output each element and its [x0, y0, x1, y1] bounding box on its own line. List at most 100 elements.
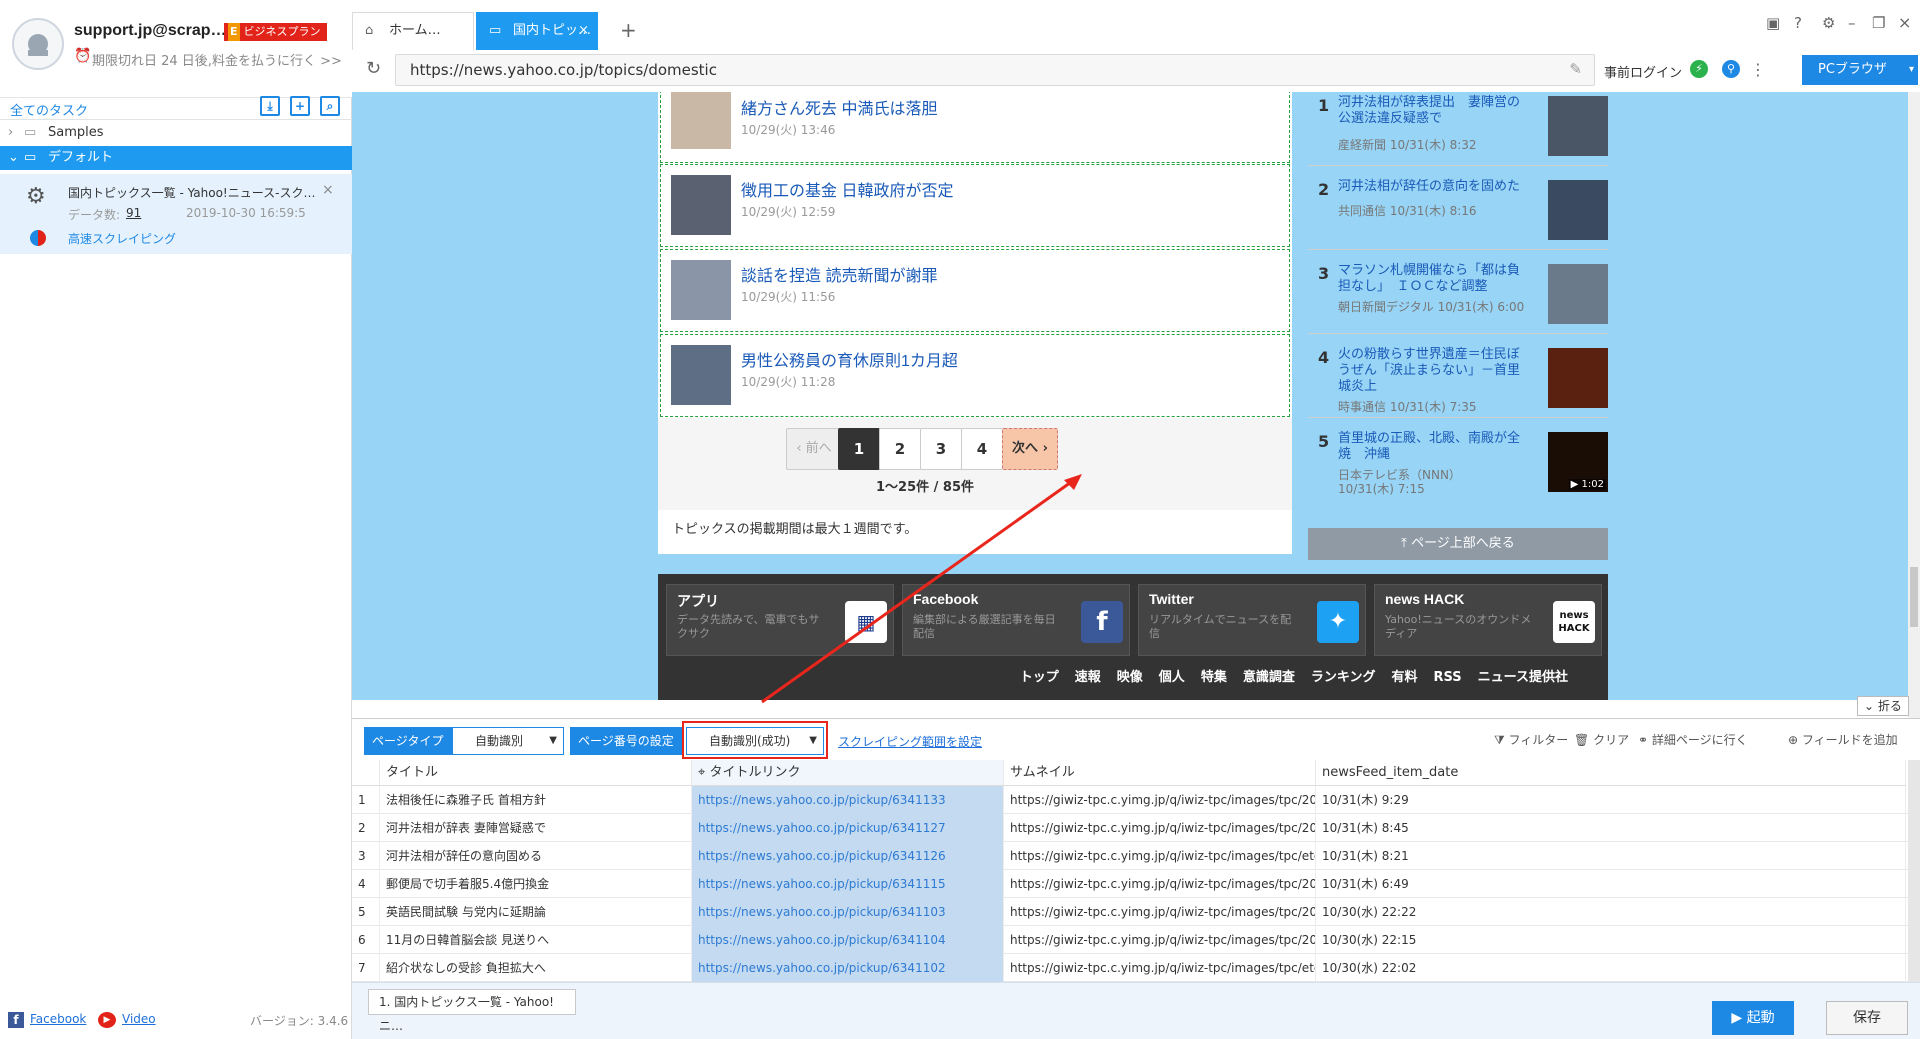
cell-title-link[interactable]: https://news.yahoo.co.jp/pickup/6341104: [692, 926, 1004, 954]
cell-thumbnail[interactable]: https://giwiz-tpc.c.yimg.jp/q/iwiz-tpc/i…: [1004, 870, 1316, 898]
footer-link[interactable]: ニュース提供社: [1478, 670, 1568, 685]
new-tab-icon[interactable]: +: [620, 18, 637, 42]
ranking-item[interactable]: 5 首里城の正殿、北殿、南殿が全焼 沖縄 日本テレビ系（NNN） 10/31(木…: [1308, 420, 1608, 502]
footer-card-twitter[interactable]: Twitter リアルタイムでニュースを配信 ✦: [1138, 584, 1366, 656]
column-header-title-link[interactable]: ⌖ タイトルリンク: [692, 760, 1004, 786]
cell-date[interactable]: 10/31(木) 6:49: [1316, 870, 1906, 898]
cell-date[interactable]: 10/31(木) 8:45: [1316, 814, 1906, 842]
close-icon[interactable]: ×: [322, 182, 334, 198]
news-item[interactable]: 談話を捏造 読売新聞が謝罪 10/29(火) 11:56: [660, 249, 1290, 332]
more-icon[interactable]: ⋮: [1750, 60, 1766, 79]
folder-default[interactable]: ⌄ ▭ デフォルト: [0, 146, 352, 170]
import-task-icon[interactable]: ⤓: [260, 96, 280, 116]
news-item[interactable]: 徴用工の基金 日韓政府が否定 10/29(火) 12:59: [660, 164, 1290, 247]
close-window-icon[interactable]: ×: [1898, 13, 1911, 32]
save-button[interactable]: 保存: [1826, 1001, 1908, 1035]
rank-title[interactable]: 火の粉散らす世界遺産＝住民ぼうぜん「涙止まらない」－首里城炎上: [1338, 346, 1528, 394]
next-page-button[interactable]: 次へ ›: [1002, 428, 1058, 470]
tab-domestic-topics[interactable]: ▭ 国内トピッ… ×: [476, 12, 598, 50]
all-tasks-title[interactable]: 全てのタスク: [10, 100, 88, 119]
pc-browser-button[interactable]: PCブラウザ ▾: [1802, 55, 1918, 85]
cell-date[interactable]: 10/30(水) 22:15: [1316, 926, 1906, 954]
video-icon[interactable]: ▶: [98, 1012, 116, 1028]
footer-card-facebook[interactable]: Facebook 編集部による厳選記事を毎日配信 f: [902, 584, 1130, 656]
folder-samples[interactable]: › ▭ Samples: [0, 121, 352, 145]
cell-title-link[interactable]: https://news.yahoo.co.jp/pickup/6341115: [692, 870, 1004, 898]
expire-link[interactable]: 期限切れ日 24 日後,料金を払うに行く >>: [92, 50, 342, 69]
prelogin-button[interactable]: 事前ログイン: [1604, 62, 1682, 81]
table-row[interactable]: 6 11月の日韓首脳会談 見送りへ https://news.yahoo.co.jp…: [352, 926, 1920, 954]
minimize-icon[interactable]: –: [1848, 14, 1856, 32]
data-count[interactable]: 91: [126, 206, 141, 220]
page-number-select[interactable]: 自動識別(成功) ▼: [686, 727, 824, 755]
video-link[interactable]: Video: [122, 1012, 156, 1026]
page-type-select[interactable]: 自動識別 ▼: [452, 727, 564, 755]
footer-link[interactable]: 意識調査: [1243, 670, 1295, 685]
scrape-mode[interactable]: 高速スクレイピング: [68, 230, 176, 247]
task-item[interactable]: ⚙ 国内トピックス一覧 - Yahoo!ニュース-スク… × データ数: 91 …: [0, 174, 352, 254]
new-task-icon[interactable]: +: [290, 96, 310, 116]
detail-page-button[interactable]: ⚭ 詳細ページに行く: [1638, 731, 1748, 748]
cell-title[interactable]: 河井法相が辞任の意向固める: [380, 842, 692, 870]
ranking-item[interactable]: 2 河井法相が辞任の意向を固めた 共同通信 10/31(木) 8:16: [1308, 168, 1608, 250]
page-4-button[interactable]: 4: [961, 428, 1003, 470]
table-row[interactable]: 4 郵便局で切手着服5.4億円換金 https://news.yahoo.co.jp…: [352, 870, 1920, 898]
cell-thumbnail[interactable]: https://giwiz-tpc.c.yimg.jp/q/iwiz-tpc/i…: [1004, 898, 1316, 926]
cell-title[interactable]: 法相後任に森雅子氏 首相方針: [380, 786, 692, 814]
footer-link[interactable]: 個人: [1159, 670, 1185, 685]
cell-title[interactable]: 郵便局で切手着服5.4億円換金: [380, 870, 692, 898]
rank-title[interactable]: 首里城の正殿、北殿、南殿が全焼 沖縄: [1338, 430, 1528, 462]
ranking-item[interactable]: 4 火の粉散らす世界遺産＝住民ぼうぜん「涙止まらない」－首里城炎上 時事通信 1…: [1308, 336, 1608, 418]
table-row[interactable]: 5 英語民間試験 与党内に延期論 https://news.yahoo.co.jp/…: [352, 898, 1920, 926]
cell-title-link[interactable]: https://news.yahoo.co.jp/pickup/6341127: [692, 814, 1004, 842]
scrape-scope-link[interactable]: スクレイピング範囲を設定: [838, 733, 982, 750]
cell-title[interactable]: 11月の日韓首脳会談 見送りへ: [380, 926, 692, 954]
cell-date[interactable]: 10/30(水) 22:22: [1316, 898, 1906, 926]
footer-link[interactable]: RSS: [1433, 670, 1461, 685]
close-tab-icon[interactable]: ×: [578, 13, 589, 49]
page-tab[interactable]: 1. 国内トピックス一覧 - Yahoo!ニ…: [368, 989, 576, 1033]
cell-title[interactable]: 紹介状なしの受診 負担拡大へ: [380, 954, 692, 982]
news-title[interactable]: 徴用工の基金 日韓政府が否定: [741, 177, 953, 201]
search-task-icon[interactable]: ⌕: [320, 96, 340, 116]
facebook-link[interactable]: Facebook: [30, 1012, 86, 1026]
footer-link[interactable]: 速報: [1075, 670, 1101, 685]
cell-title[interactable]: 英語民間試験 与党内に延期論: [380, 898, 692, 926]
cell-thumbnail[interactable]: https://giwiz-tpc.c.yimg.jp/q/iwiz-tpc/i…: [1004, 954, 1316, 982]
account-email[interactable]: support.jp@scrap…: [74, 22, 227, 40]
gift-icon[interactable]: ▣: [1766, 14, 1780, 32]
column-header-date[interactable]: newsFeed_item_date: [1316, 760, 1906, 786]
cell-title-link[interactable]: https://news.yahoo.co.jp/pickup/6341133: [692, 786, 1004, 814]
url-bar[interactable]: https://news.yahoo.co.jp/topics/domestic…: [395, 54, 1595, 86]
cell-title-link[interactable]: https://news.yahoo.co.jp/pickup/6341102: [692, 954, 1004, 982]
footer-card-app[interactable]: アプリ データ先読みで、電車でもサクサク ▦: [666, 584, 894, 656]
browser-scrollbar[interactable]: [1908, 92, 1920, 718]
page-2-button[interactable]: 2: [879, 428, 921, 470]
table-row[interactable]: 1 法相後任に森雅子氏 首相方針 https://news.yahoo.co.jp/…: [352, 786, 1920, 814]
edit-icon[interactable]: ✎: [1569, 60, 1582, 78]
cell-thumbnail[interactable]: https://giwiz-tpc.c.yimg.jp/q/iwiz-tpc/i…: [1004, 786, 1316, 814]
cell-date[interactable]: 10/30(水) 22:02: [1316, 954, 1906, 982]
table-row[interactable]: 7 紹介状なしの受診 負担拡大へ https://news.yahoo.co.jp/…: [352, 954, 1920, 982]
ranking-item[interactable]: 1 河井法相が辞表提出 妻陣営の公選法違反疑惑で 産経新聞 10/31(木) 8…: [1308, 92, 1608, 166]
clear-button[interactable]: 🗑 クリア: [1574, 731, 1629, 748]
settings-icon[interactable]: ⚙: [1822, 14, 1835, 32]
cell-date[interactable]: 10/31(木) 9:29: [1316, 786, 1906, 814]
avatar[interactable]: [12, 18, 64, 70]
table-row[interactable]: 2 河井法相が辞表 妻陣営疑惑で https://news.yahoo.co.jp/…: [352, 814, 1920, 842]
cell-title-link[interactable]: https://news.yahoo.co.jp/pickup/6341103: [692, 898, 1004, 926]
rank-title[interactable]: 河井法相が辞任の意向を固めた: [1338, 178, 1528, 194]
cell-thumbnail[interactable]: https://giwiz-tpc.c.yimg.jp/q/iwiz-tpc/i…: [1004, 926, 1316, 954]
cell-thumbnail[interactable]: https://giwiz-tpc.c.yimg.jp/q/iwiz-tpc/i…: [1004, 842, 1316, 870]
facebook-icon[interactable]: f: [8, 1012, 24, 1028]
rank-title[interactable]: 河井法相が辞表提出 妻陣営の公選法違反疑惑で: [1338, 94, 1528, 126]
footer-link[interactable]: トップ: [1020, 670, 1059, 685]
footer-card-newshack[interactable]: news HACK Yahoo!ニュースのオウンドメディア news HACK: [1374, 584, 1602, 656]
table-scrollbar[interactable]: [1908, 760, 1920, 982]
news-title[interactable]: 男性公務員の育休原則1カ月超: [741, 347, 958, 371]
add-field-button[interactable]: ⊕ フィールドを追加: [1788, 731, 1898, 748]
rank-title[interactable]: マラソン札幌開催なら「都は負担なし」 ＩＯＣなど調整: [1338, 262, 1528, 294]
status-icon[interactable]: ⚡: [1690, 60, 1708, 78]
news-item[interactable]: 緒方さん死去 中満氏は落胆 10/29(火) 13:46: [660, 92, 1290, 163]
prev-page-button[interactable]: ‹ 前へ: [786, 428, 842, 470]
